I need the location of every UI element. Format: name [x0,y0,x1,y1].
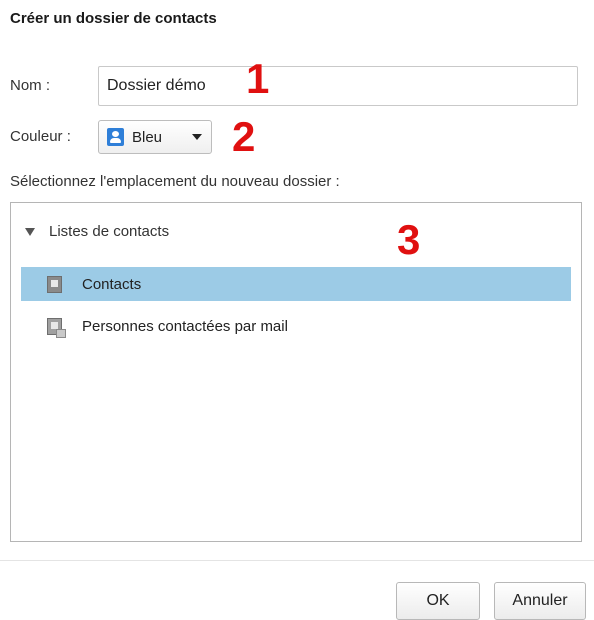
contact-color-icon [107,128,124,146]
cancel-button[interactable]: Annuler [494,582,586,620]
color-label: Couleur : [10,128,71,145]
color-dropdown[interactable]: Bleu [98,120,212,154]
folder-name-input[interactable] [98,66,578,106]
location-label: Sélectionnez l'emplacement du nouveau do… [10,173,340,190]
name-label: Nom : [10,77,51,94]
footer-divider [0,560,594,561]
tree-item-label: Personnes contactées par mail [82,317,288,335]
tree-item-label: Contacts [82,275,142,293]
location-tree[interactable]: Listes de contacts 3 Contacts Personnes … [10,202,582,542]
ok-button[interactable]: OK [396,582,480,620]
tree-item-contacts[interactable]: Contacts [21,267,571,301]
tree-root-label: Listes de contacts [49,223,170,240]
annotation-3: 3 [397,216,421,263]
chevron-down-icon [192,134,202,140]
address-book-icon [47,275,62,293]
tree-item-mail-contacts[interactable]: Personnes contactées par mail [21,309,571,343]
color-selected-value: Bleu [132,128,163,146]
address-book-mail-icon [47,317,66,338]
annotation-2: 2 [232,113,256,160]
annotation-1: 1 [246,55,270,102]
dialog-title: Créer un dossier de contacts [10,10,217,27]
expand-triangle-icon[interactable] [25,227,35,236]
tree-root-contact-lists[interactable]: Listes de contacts [25,223,169,240]
